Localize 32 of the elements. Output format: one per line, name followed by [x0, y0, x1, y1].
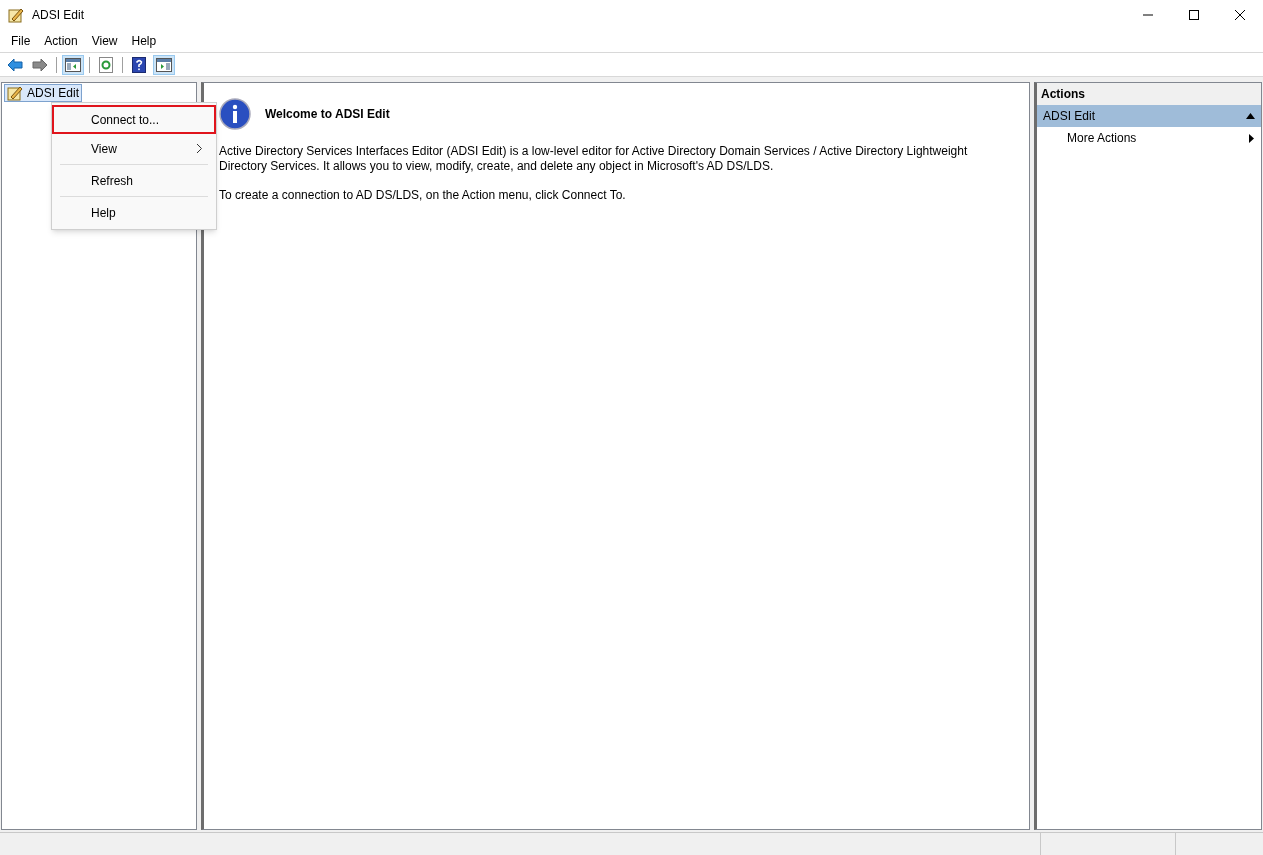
action-item[interactable]: More Actions [1037, 127, 1261, 149]
collapse-arrow-icon [1246, 113, 1255, 119]
welcome-paragraph: To create a connection to AD DS/LDS, on the Action menu, click Connect To. [219, 188, 627, 203]
menu-item[interactable]: Help [124, 30, 164, 52]
menu-item[interactable]: Action [37, 30, 85, 52]
back-arrow-icon [7, 57, 23, 72]
toolbar-button[interactable] [62, 54, 84, 75]
chevron-right-icon [197, 144, 202, 153]
context-menu-item[interactable]: Help [52, 198, 216, 227]
welcome-heading: Welcome to ADSI Edit [265, 106, 390, 123]
maximize-icon [1189, 10, 1199, 20]
refresh-icon [99, 56, 113, 73]
context-menu-item[interactable]: Refresh [52, 166, 216, 195]
window-title: ADSI Edit [32, 7, 85, 24]
menu-item[interactable]: File [4, 30, 38, 52]
tree-item[interactable]: ADSI Edit [4, 84, 83, 102]
help-icon [132, 56, 146, 73]
close-icon [1235, 10, 1245, 20]
welcome-paragraph: Active Directory Services Interfaces Editor (ADSI Edit) is a low-level editor for Active Directory Domain Services / Active Directory Lightweight Directory Services. It allows you to view, modify, create, and delete any object in Microsoft's AD DS/LDS. [219, 144, 969, 174]
pane-icon [65, 57, 81, 72]
info-icon [219, 98, 251, 130]
toolbar-button[interactable] [153, 54, 175, 75]
pane-icon [156, 57, 172, 72]
app-icon [8, 7, 24, 23]
context-menu-item[interactable]: Connect to... [52, 105, 216, 134]
context-menu-item[interactable]: View [52, 134, 216, 163]
submenu-arrow-icon [1249, 133, 1254, 143]
menu-item[interactable]: View [84, 30, 125, 52]
app-icon [7, 85, 23, 101]
forward-arrow-icon [32, 57, 48, 72]
actions-section-header[interactable]: ADSI Edit [1037, 105, 1261, 127]
actions-title: Actions [1037, 83, 1261, 105]
